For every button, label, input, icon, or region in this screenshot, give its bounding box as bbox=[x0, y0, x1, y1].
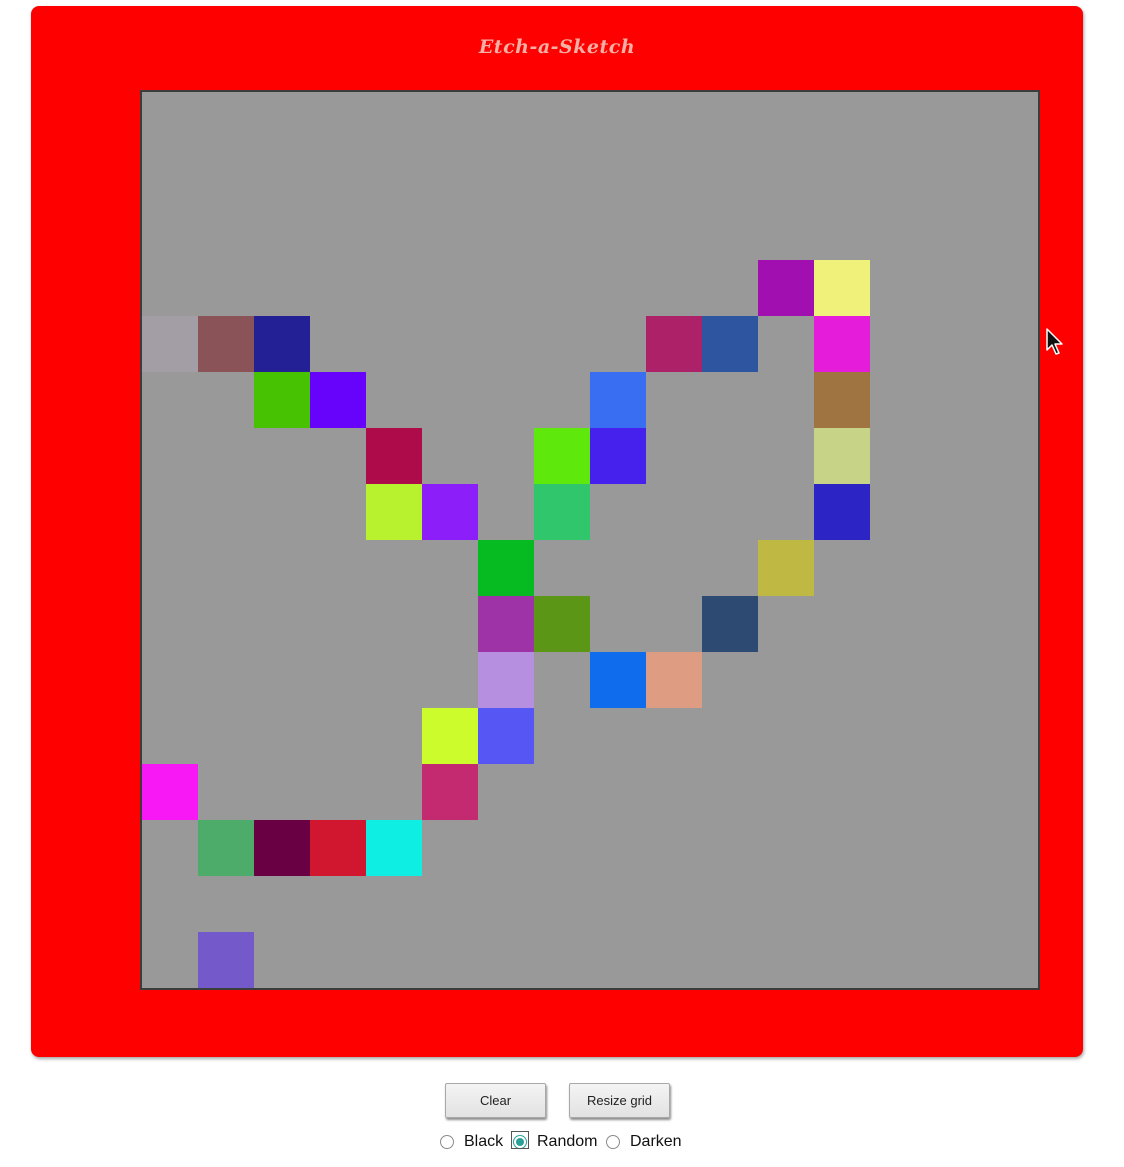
grid-cell[interactable] bbox=[366, 484, 422, 540]
grid-cell[interactable] bbox=[142, 316, 198, 372]
arrow-cursor-icon bbox=[1046, 328, 1063, 355]
grid-cell[interactable] bbox=[814, 428, 870, 484]
mode-option-darken[interactable]: Darken bbox=[606, 1130, 682, 1154]
grid-cell[interactable] bbox=[198, 316, 254, 372]
etch-a-sketch-frame: Etch-a-Sketch bbox=[31, 6, 1083, 1057]
random-radio-label: Random bbox=[537, 1133, 598, 1150]
grid-cell[interactable] bbox=[142, 764, 198, 820]
darken-radio[interactable] bbox=[606, 1135, 620, 1149]
app-title: Etch-a-Sketch bbox=[478, 36, 636, 58]
grid-cell[interactable] bbox=[814, 484, 870, 540]
grid-cell[interactable] bbox=[366, 428, 422, 484]
grid-cell[interactable] bbox=[534, 428, 590, 484]
grid-cell[interactable] bbox=[254, 820, 310, 876]
drawing-grid[interactable] bbox=[140, 90, 1040, 990]
black-radio[interactable] bbox=[440, 1135, 454, 1149]
grid-cell[interactable] bbox=[646, 652, 702, 708]
grid-cell[interactable] bbox=[590, 652, 646, 708]
darken-radio-label: Darken bbox=[630, 1133, 682, 1150]
grid-cell[interactable] bbox=[198, 932, 254, 988]
grid-cell[interactable] bbox=[478, 540, 534, 596]
black-radio-label: Black bbox=[464, 1133, 504, 1150]
grid-cell[interactable] bbox=[702, 316, 758, 372]
grid-cell[interactable] bbox=[590, 428, 646, 484]
grid-cell[interactable] bbox=[646, 316, 702, 372]
grid-cell[interactable] bbox=[366, 820, 422, 876]
grid-cell[interactable] bbox=[702, 596, 758, 652]
grid-cell[interactable] bbox=[590, 372, 646, 428]
grid-cell[interactable] bbox=[422, 764, 478, 820]
grid-cell[interactable] bbox=[758, 540, 814, 596]
grid-cell[interactable] bbox=[478, 596, 534, 652]
grid-cell[interactable] bbox=[254, 372, 310, 428]
grid-cell[interactable] bbox=[814, 260, 870, 316]
grid-cell[interactable] bbox=[758, 260, 814, 316]
random-radio-focus-ring bbox=[511, 1131, 529, 1149]
grid-cell[interactable] bbox=[478, 708, 534, 764]
grid-cell[interactable] bbox=[478, 652, 534, 708]
grid-cell[interactable] bbox=[310, 372, 366, 428]
grid-cell[interactable] bbox=[310, 820, 366, 876]
grid-cell[interactable] bbox=[534, 596, 590, 652]
resize-grid-button[interactable]: Resize grid bbox=[569, 1083, 670, 1118]
grid-cell[interactable] bbox=[814, 372, 870, 428]
mode-option-black[interactable]: Black bbox=[440, 1130, 503, 1154]
mode-radio-group: Black Random Darken bbox=[0, 1130, 1124, 1156]
grid-cell[interactable] bbox=[534, 484, 590, 540]
grid-cell[interactable] bbox=[254, 316, 310, 372]
clear-button[interactable]: Clear bbox=[445, 1083, 546, 1118]
grid-cell[interactable] bbox=[422, 708, 478, 764]
grid-cell[interactable] bbox=[198, 820, 254, 876]
grid-cell[interactable] bbox=[422, 484, 478, 540]
grid-cell[interactable] bbox=[814, 316, 870, 372]
